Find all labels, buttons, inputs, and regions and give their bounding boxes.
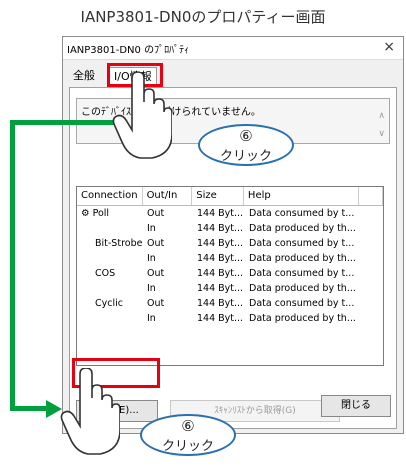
column-header-help[interactable]: Help bbox=[244, 187, 360, 205]
cell-help: Data consumed by t... bbox=[249, 208, 355, 219]
callout-number: ⑥ bbox=[239, 127, 253, 145]
arrow-line-top bbox=[10, 120, 122, 125]
tab-general[interactable]: 全般 bbox=[69, 67, 99, 85]
callout-click-tab: ⑥ クリック bbox=[198, 124, 294, 166]
cell-size: 144 Byt... bbox=[197, 238, 244, 249]
cell-connection bbox=[77, 251, 143, 266]
scroll-up-icon[interactable]: ∧ bbox=[378, 111, 385, 121]
column-header-connection[interactable]: Connection bbox=[77, 187, 143, 205]
arrow-line-vertical bbox=[10, 120, 15, 410]
cell-size: 144 Byt... bbox=[197, 298, 244, 309]
table-row[interactable]: In 144 Byt... Data produced by th... bbox=[77, 311, 383, 326]
callout-label: クリック bbox=[219, 149, 272, 164]
dialog-title: IANP3801-DN0 のﾌﾟﾛﾊﾟﾃｨ bbox=[67, 45, 190, 56]
cell-size: 144 Byt... bbox=[197, 283, 244, 294]
cell-help: Data consumed by t... bbox=[249, 298, 355, 309]
cell-outin: In bbox=[147, 313, 156, 324]
cell-connection: Cyclic bbox=[95, 298, 123, 309]
callout-label: クリック bbox=[161, 439, 214, 454]
cell-help: Data produced by th... bbox=[249, 223, 356, 234]
cell-help: Data produced by th... bbox=[249, 253, 356, 264]
cell-size: 144 Byt... bbox=[197, 268, 244, 279]
cell-outin: In bbox=[147, 253, 156, 264]
callout-click-edit: ⑥ クリック bbox=[140, 414, 236, 456]
cell-connection bbox=[77, 311, 143, 326]
cell-size: 144 Byt... bbox=[197, 313, 244, 324]
connection-table: Connection Out/In Size Help ⚙ Poll Out 1… bbox=[76, 186, 384, 366]
cell-size: 144 Byt... bbox=[197, 208, 244, 219]
close-icon[interactable]: × bbox=[383, 39, 395, 55]
cell-outin: Out bbox=[147, 268, 165, 279]
cell-outin: In bbox=[147, 283, 156, 294]
table-row[interactable]: In 144 Byt... Data produced by th... bbox=[77, 281, 383, 296]
cell-size: 144 Byt... bbox=[197, 223, 244, 234]
cell-size: 144 Byt... bbox=[197, 253, 244, 264]
connection-icon: ⚙ bbox=[81, 208, 90, 219]
cell-outin: Out bbox=[147, 298, 165, 309]
column-header-outin[interactable]: Out/In bbox=[143, 187, 193, 205]
arrow-line-bottom bbox=[10, 406, 48, 411]
hand-pointer-icon bbox=[60, 368, 120, 455]
cell-help: Data produced by th... bbox=[249, 313, 356, 324]
title-bar: IANP3801-DN0 のﾌﾟﾛﾊﾟﾃｨ × bbox=[63, 37, 403, 60]
table-row[interactable]: Cyclic Out 144 Byt... Data consumed by t… bbox=[77, 296, 383, 311]
table-header: Connection Out/In Size Help bbox=[77, 187, 383, 206]
cell-help: Data produced by th... bbox=[249, 283, 356, 294]
table-row[interactable]: In 144 Byt... Data produced by th... bbox=[77, 221, 383, 236]
cell-outin: Out bbox=[147, 238, 165, 249]
table-body: ⚙ Poll Out 144 Byt... Data consumed by t… bbox=[77, 206, 383, 326]
hand-pointer-icon bbox=[112, 72, 172, 159]
cell-help: Data consumed by t... bbox=[249, 268, 355, 279]
table-row[interactable]: Bit-Strobe Out 144 Byt... Data consumed … bbox=[77, 236, 383, 251]
page-caption: IANP3801-DN0のプロパティー画面 bbox=[80, 8, 326, 26]
column-header-extra bbox=[359, 187, 383, 205]
cell-connection: Bit-Strobe bbox=[95, 238, 143, 249]
close-button[interactable]: 閉じる bbox=[321, 395, 391, 417]
scroll-down-icon[interactable]: ∨ bbox=[378, 129, 385, 139]
cell-connection: COS bbox=[95, 268, 116, 279]
column-header-size[interactable]: Size bbox=[192, 187, 244, 205]
cell-outin: In bbox=[147, 223, 156, 234]
cell-help: Data consumed by t... bbox=[249, 238, 355, 249]
table-row[interactable]: COS Out 144 Byt... Data consumed by t... bbox=[77, 266, 383, 281]
table-row[interactable]: In 144 Byt... Data produced by th... bbox=[77, 251, 383, 266]
callout-number: ⑥ bbox=[181, 417, 195, 435]
cell-connection: ⚙ Poll bbox=[81, 208, 110, 219]
cell-connection bbox=[77, 221, 143, 236]
cell-outin: Out bbox=[147, 208, 165, 219]
table-row[interactable]: ⚙ Poll Out 144 Byt... Data consumed by t… bbox=[77, 206, 383, 221]
cell-connection bbox=[77, 281, 143, 296]
